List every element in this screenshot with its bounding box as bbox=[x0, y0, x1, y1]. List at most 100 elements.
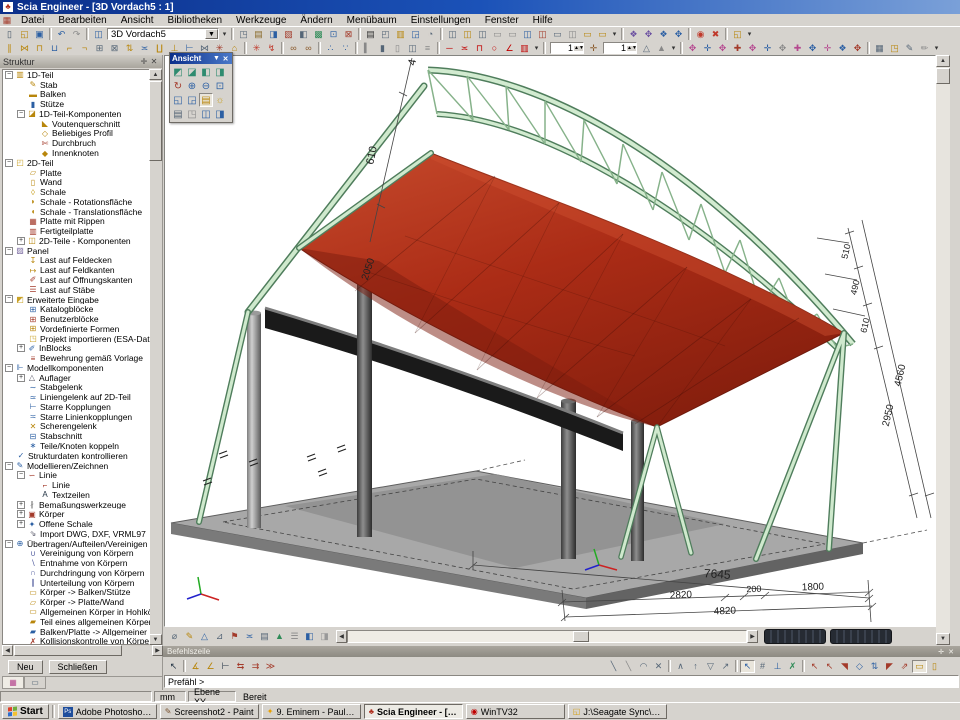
cancel-input-icon[interactable]: ✗ bbox=[785, 660, 800, 673]
tree-expander-icon[interactable]: − bbox=[5, 295, 13, 303]
tree-item[interactable]: ⌐Linie bbox=[3, 480, 150, 490]
taskbar-task[interactable]: PsAdobe Photoshop CS3 E... bbox=[58, 704, 157, 719]
tree-item[interactable]: −◪1D-Teil-Komponenten bbox=[3, 109, 150, 119]
tree-item[interactable]: ATextzeilen bbox=[3, 490, 150, 500]
select-arrow-icon[interactable]: ↖ bbox=[166, 660, 181, 673]
tree-item[interactable]: ∥Unterteilung von Körpern bbox=[3, 578, 150, 588]
snap-mid-icon[interactable]: ∡ bbox=[188, 660, 203, 673]
mirror-tool-icon[interactable]: ∐ bbox=[152, 42, 167, 55]
tree-item[interactable]: −▨Panel bbox=[3, 246, 150, 256]
render-mode-1-icon[interactable]: ∞ bbox=[286, 42, 301, 55]
box-select-icon[interactable]: ▭ bbox=[912, 660, 927, 673]
node-display-1-icon[interactable]: ✥ bbox=[685, 42, 700, 55]
dir-ne-icon[interactable]: ⇗ bbox=[897, 660, 912, 673]
dim-parallel-icon[interactable]: ≍ bbox=[457, 42, 472, 55]
wire-3-icon[interactable]: ▯ bbox=[390, 42, 405, 55]
image-gallery-icon[interactable]: ▤ bbox=[251, 28, 266, 41]
tree-item[interactable]: ◖Schale - Translationsfläche bbox=[3, 207, 150, 217]
abort-icon[interactable]: ✖ bbox=[708, 28, 723, 41]
ortho-icon[interactable]: ⊥ bbox=[770, 660, 785, 673]
tree-item[interactable]: +△Auflager bbox=[3, 373, 150, 383]
node-display-2-icon[interactable]: ✛ bbox=[700, 42, 715, 55]
tree-expander-icon[interactable]: + bbox=[17, 237, 25, 245]
share-1-icon[interactable]: ❖ bbox=[626, 28, 641, 41]
scroll-right-icon[interactable]: ▶ bbox=[747, 630, 758, 643]
node-display-3-icon[interactable]: ✥ bbox=[715, 42, 730, 55]
wire-5-icon[interactable]: ≡ bbox=[420, 42, 435, 55]
node-display-10-icon[interactable]: ✛ bbox=[820, 42, 835, 55]
tree-item[interactable]: ◇Beliebiges Profil bbox=[3, 129, 150, 139]
draw-line-2-icon[interactable]: ╲ bbox=[621, 660, 636, 673]
lamp-icon[interactable]: ☼ bbox=[213, 93, 227, 107]
close-icon[interactable]: ✕ bbox=[149, 57, 159, 66]
node-display-4-icon[interactable]: ✚ bbox=[730, 42, 745, 55]
grid-snap-icon[interactable]: # bbox=[755, 660, 770, 673]
tree-item[interactable]: ✐Last auf Öffnungskanten bbox=[3, 275, 150, 285]
scroll-up-icon[interactable]: ▲ bbox=[149, 69, 162, 80]
tree-item[interactable]: −✎Modellieren/Zeichnen bbox=[3, 461, 150, 471]
taskbar-task[interactable]: ◱J:\Seagate Sync\SyncRe... bbox=[568, 704, 667, 719]
tree-item[interactable]: ⊞Benutzerblöcke bbox=[3, 314, 150, 324]
tree-item[interactable]: −◰2D-Teil bbox=[3, 158, 150, 168]
activity-spinner-2[interactable]: 1 ▲▼ bbox=[603, 42, 637, 54]
menu-fenster[interactable]: Fenster bbox=[478, 15, 526, 26]
menu-einstellungen[interactable]: Einstellungen bbox=[404, 15, 478, 26]
tree-item[interactable]: ▱Körper -> Platte/Wand bbox=[3, 597, 150, 607]
picture-gallery-icon[interactable]: ▥ bbox=[393, 28, 408, 41]
move-up-icon[interactable]: ↑ bbox=[688, 660, 703, 673]
tree-item[interactable]: +◫2D-Teile - Komponenten bbox=[3, 236, 150, 246]
swap-dir-icon[interactable]: ⇅ bbox=[867, 660, 882, 673]
tree-item[interactable]: +▣Körper bbox=[3, 509, 150, 519]
docked-dark-panel-1[interactable] bbox=[764, 629, 826, 644]
snap-node-icon[interactable]: ◇ bbox=[852, 660, 867, 673]
tree-item[interactable]: ◳Projekt importieren (ESA-Datei) bbox=[3, 334, 150, 344]
view-frame-9-icon[interactable]: ◫ bbox=[565, 28, 580, 41]
move-tool-icon[interactable]: ⇅ bbox=[122, 42, 137, 55]
3d-viewport[interactable]: 4 610 2050 510 490 610 4560 2950 7645 28… bbox=[164, 55, 936, 627]
tab-structure[interactable]: ▦ bbox=[2, 677, 24, 689]
dim-bracket-icon[interactable]: ⊓ bbox=[472, 42, 487, 55]
tree-item[interactable]: ↦Last auf Feldkanten bbox=[3, 265, 150, 275]
node-labels-icon[interactable]: ∴ bbox=[323, 42, 338, 55]
dim-line-icon[interactable]: ─ bbox=[442, 42, 457, 55]
tree-item[interactable]: ↧Last auf Feldecken bbox=[3, 256, 150, 266]
view-frame-5-icon[interactable]: ▭ bbox=[505, 28, 520, 41]
menu-werkzeuge[interactable]: Werkzeuge bbox=[229, 15, 293, 26]
tree-item[interactable]: ⊞Katalogblöcke bbox=[3, 304, 150, 314]
view-axo-icon[interactable]: ◨ bbox=[213, 65, 227, 79]
cursor-a-icon[interactable]: ↖ bbox=[807, 660, 822, 673]
scroll-thumb[interactable] bbox=[14, 645, 122, 656]
tree-item[interactable]: ▯Wand bbox=[3, 177, 150, 187]
open-project-icon[interactable]: ◱ bbox=[17, 28, 32, 41]
new-button[interactable]: Neu bbox=[8, 660, 43, 674]
tree-item[interactable]: ▬Balken bbox=[3, 90, 150, 100]
tree-item[interactable]: ≃Liniengelenk auf 2D-Teil bbox=[3, 392, 150, 402]
node-display-8-icon[interactable]: ✚ bbox=[790, 42, 805, 55]
scroll-right-icon[interactable]: ▶ bbox=[152, 645, 163, 656]
mesh-setup-icon[interactable]: ⊡ bbox=[326, 28, 341, 41]
share-4-icon[interactable]: ✥ bbox=[671, 28, 686, 41]
zoom-in-icon[interactable]: ⊕ bbox=[185, 79, 199, 93]
tree-expander-icon[interactable]: − bbox=[5, 247, 13, 255]
annotate-2-icon[interactable]: ✏ bbox=[917, 42, 932, 55]
terrain-icon[interactable]: ▲ bbox=[272, 630, 287, 643]
tree-item[interactable]: ✄Durchbruch bbox=[3, 138, 150, 148]
tree-item[interactable]: ◆Innenknoten bbox=[3, 148, 150, 158]
view-frame-6-icon[interactable]: ◫ bbox=[520, 28, 535, 41]
redo-icon[interactable]: ↷ bbox=[69, 28, 84, 41]
combobox-dropdown-icon[interactable]: ▼ bbox=[205, 29, 218, 39]
menu-menübaum[interactable]: Menübaum bbox=[340, 15, 404, 26]
snap-angle-icon[interactable]: ∠ bbox=[203, 660, 218, 673]
render-mode-2-icon[interactable]: ∞ bbox=[301, 42, 316, 55]
tree-item[interactable]: −◩Erweiterte Eingabe bbox=[3, 295, 150, 305]
dim-more-icon[interactable]: ▾ bbox=[532, 42, 541, 55]
befehlszeile-header[interactable]: Befehlszeile ✛ ✕ bbox=[163, 646, 960, 657]
tree-item[interactable]: ☰Last auf Stäbe bbox=[3, 285, 150, 295]
column-tool-icon[interactable]: ⊓ bbox=[32, 42, 47, 55]
view-frame-8-icon[interactable]: ▭ bbox=[550, 28, 565, 41]
tree-item[interactable]: ⊞Vordefinierte Formen bbox=[3, 324, 150, 334]
pin-icon[interactable]: ✛ bbox=[139, 57, 149, 66]
tree-item[interactable]: −⊕Übertragen/Aufteilen/Vereinigen bbox=[3, 539, 150, 549]
status-units[interactable]: mm bbox=[154, 691, 186, 702]
taskbar-task[interactable]: ♣Scia Engineer - [3D Vo... bbox=[364, 704, 463, 719]
